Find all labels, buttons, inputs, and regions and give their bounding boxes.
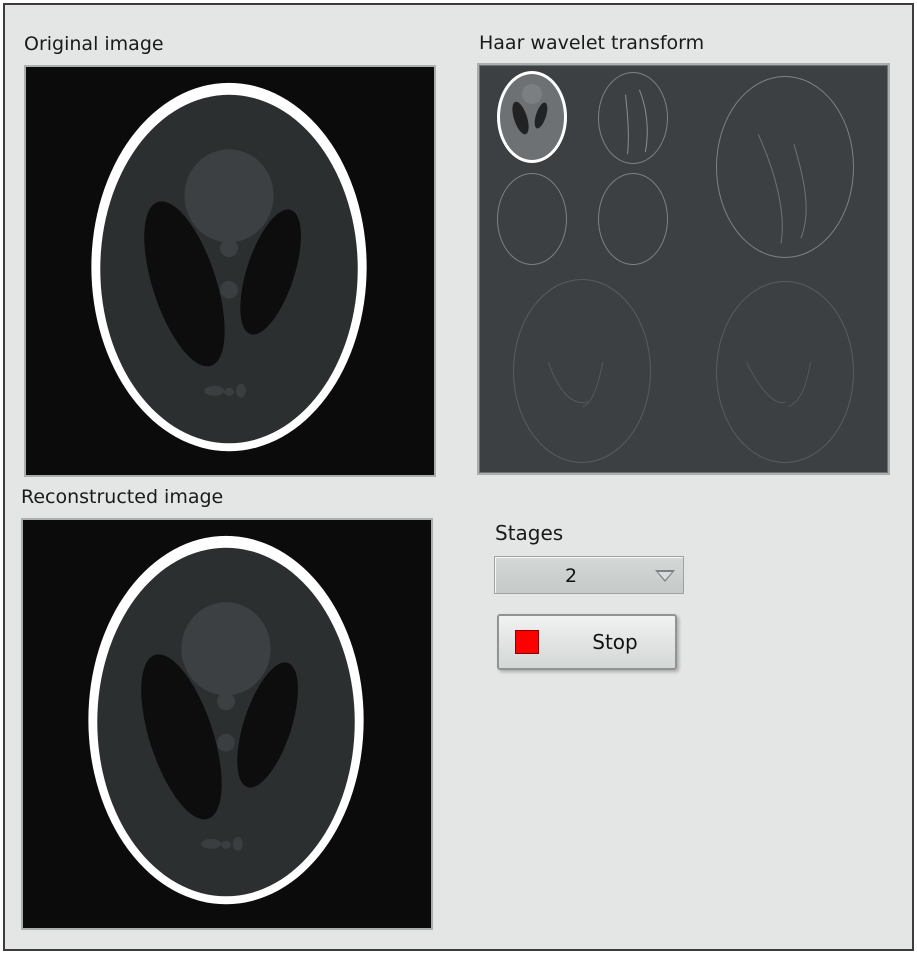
phantom-original <box>26 67 434 475</box>
red-square-icon <box>515 630 539 654</box>
stages-dropdown[interactable]: 2 <box>494 556 684 594</box>
phantom-reconstructed <box>23 520 431 928</box>
stop-button-label: Stop <box>592 630 638 654</box>
ll-subband <box>500 74 564 160</box>
hl2-subband <box>497 173 567 265</box>
hh1-subband <box>716 281 854 463</box>
hl1-subband <box>513 279 651 463</box>
original-image-label: Original image <box>24 33 164 55</box>
wavelet-label: Haar wavelet transform <box>479 32 705 54</box>
reconstructed-image-display <box>21 518 433 930</box>
original-image-display <box>24 65 436 477</box>
triangle-down-icon[interactable] <box>655 570 675 582</box>
stages-label: Stages <box>495 521 564 545</box>
hh2-subband <box>598 173 668 265</box>
lh1-subband <box>716 76 854 258</box>
stop-button[interactable]: Stop <box>497 614 677 670</box>
reconstructed-image-label: Reconstructed image <box>21 486 224 508</box>
stages-value: 2 <box>564 565 578 587</box>
wavelet-display <box>477 63 890 475</box>
lh2-subband <box>598 72 668 164</box>
